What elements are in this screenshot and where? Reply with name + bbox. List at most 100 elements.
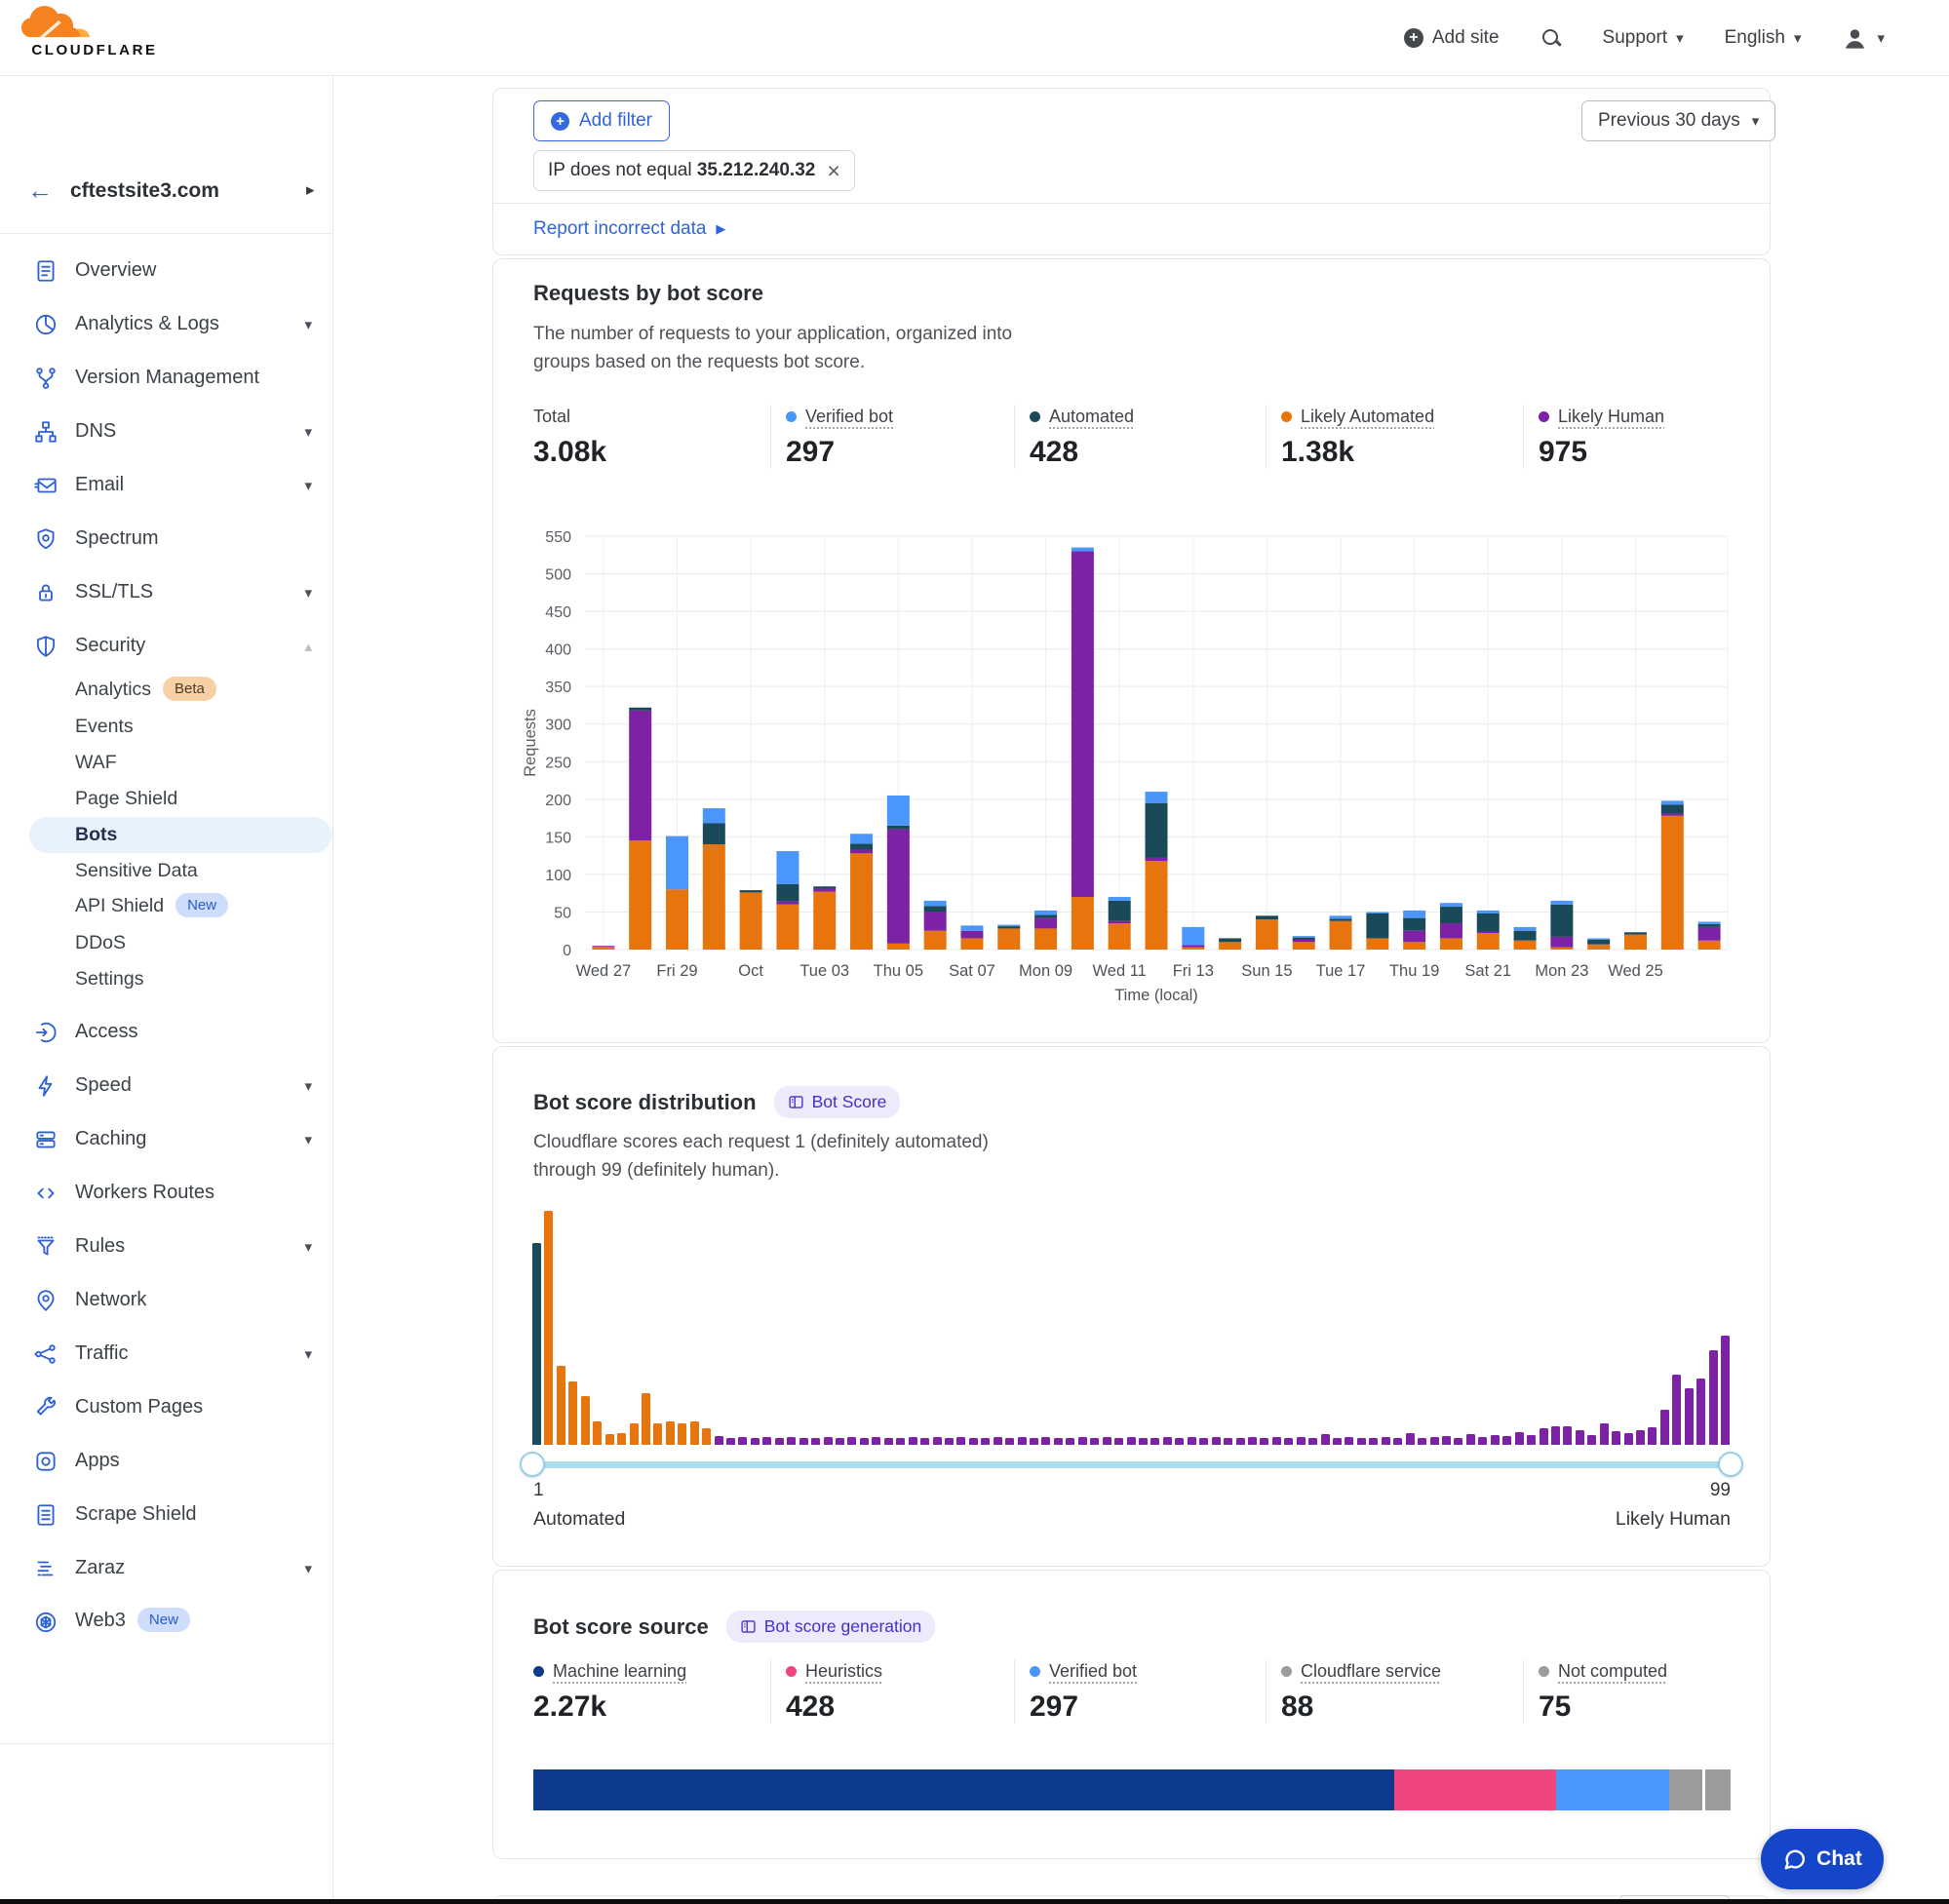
sidebar-item-network[interactable]: Network xyxy=(0,1273,333,1327)
sidebar-item-api-shield[interactable]: API ShieldNew xyxy=(0,889,333,925)
chat-button[interactable]: Chat xyxy=(1761,1829,1884,1889)
sidebar-item-web3[interactable]: Web3New xyxy=(0,1595,333,1649)
sidebar-item-settings[interactable]: Settings xyxy=(0,961,333,997)
chart-bar-segment xyxy=(1403,918,1425,931)
stat-label[interactable]: Heuristics xyxy=(805,1661,882,1682)
bot-score-badge[interactable]: Bot Score xyxy=(774,1086,901,1118)
chart-bar-segment xyxy=(1440,903,1462,907)
sidebar-item-bots[interactable]: Bots xyxy=(0,817,333,853)
sidebar-item-scrape-shield[interactable]: Scrape Shield xyxy=(0,1488,333,1541)
arrow-right-icon: ▶ xyxy=(716,221,725,237)
sidebar-item-email[interactable]: Email▾ xyxy=(0,458,333,512)
histogram-bar xyxy=(1139,1438,1148,1445)
stat-label[interactable]: Verified bot xyxy=(805,407,893,427)
sidebar-item-sensitive-data[interactable]: Sensitive Data xyxy=(0,853,333,889)
sidebar-item-workers-routes[interactable]: Workers Routes xyxy=(0,1166,333,1220)
sidebar-item-label: Page Shield xyxy=(75,788,177,810)
chart-bar-segment xyxy=(703,844,725,950)
range-left-label: Automated xyxy=(533,1508,625,1531)
stat-label[interactable]: Machine learning xyxy=(553,1661,686,1682)
add-site-button[interactable]: + Add site xyxy=(1404,27,1500,49)
slider-handle-min[interactable] xyxy=(520,1452,545,1477)
source-bar-segment-machine-learning xyxy=(533,1769,1394,1810)
support-menu[interactable]: Support ▾ xyxy=(1603,27,1684,49)
histogram-bar xyxy=(1454,1438,1462,1445)
sidebar-item-waf[interactable]: WAF xyxy=(0,745,333,781)
back-arrow-icon[interactable]: ← xyxy=(27,175,53,206)
site-switcher[interactable]: ← cftestsite3.com ▸ xyxy=(0,170,333,216)
sidebar-item-page-shield[interactable]: Page Shield xyxy=(0,781,333,817)
histogram-bar xyxy=(544,1211,553,1445)
sidebar-item-custom-pages[interactable]: Custom Pages xyxy=(0,1380,333,1434)
cloudflare-logo[interactable]: CLOUDFLARE xyxy=(21,6,168,58)
chart-bar-segment xyxy=(1293,940,1315,942)
chart-bar-segment xyxy=(997,925,1020,927)
add-filter-button[interactable]: + Add filter xyxy=(533,100,670,141)
top-header: CLOUDFLARE + Add site Support ▾ English … xyxy=(0,0,1949,76)
stat-label[interactable]: Verified bot xyxy=(1049,1661,1137,1682)
sidebar-item-analytics-logs[interactable]: Analytics & Logs▾ xyxy=(0,297,333,351)
chart-bar-segment xyxy=(960,931,983,939)
sidebar-item-traffic[interactable]: Traffic▾ xyxy=(0,1327,333,1380)
stat-label[interactable]: Cloudflare service xyxy=(1301,1661,1441,1682)
sidebar-item-ddos[interactable]: DDoS xyxy=(0,925,333,961)
chart-bar-segment xyxy=(887,830,910,944)
stat-value: 3.08k xyxy=(533,436,770,469)
sidebar-item-events[interactable]: Events xyxy=(0,709,333,745)
svg-text:100: 100 xyxy=(545,868,571,884)
sidebar-item-zaraz[interactable]: Zaraz▾ xyxy=(0,1541,333,1595)
chart-bar-segment xyxy=(1514,927,1537,931)
histogram-bar xyxy=(751,1438,760,1445)
sidebar-item-overview[interactable]: Overview xyxy=(0,244,333,297)
sidebar-item-caching[interactable]: Caching▾ xyxy=(0,1112,333,1166)
sidebar-item-label: Access xyxy=(75,1021,137,1043)
search-button[interactable] xyxy=(1540,27,1562,49)
sidebar-item-label: Rules xyxy=(75,1235,125,1258)
histogram-bar xyxy=(1563,1426,1572,1445)
sidebar-item-ssl-tls[interactable]: SSL/TLS▾ xyxy=(0,565,333,619)
account-menu[interactable]: ▾ xyxy=(1842,25,1885,52)
sidebar-item-spectrum[interactable]: Spectrum xyxy=(0,512,333,565)
sidebar-item-security[interactable]: Security▴ xyxy=(0,619,333,673)
sidebar-item-label: Speed xyxy=(75,1074,132,1097)
sidebar-item-version-management[interactable]: Version Management xyxy=(0,351,333,405)
stat-label[interactable]: Automated xyxy=(1049,407,1134,427)
stat-label[interactable]: Not computed xyxy=(1558,1661,1667,1682)
close-icon[interactable]: × xyxy=(827,161,839,180)
sidebar-nav: Overview Analytics & Logs▾Version Managem… xyxy=(0,244,333,1649)
source-stats-row: Machine learning2.27kHeuristics428Verifi… xyxy=(533,1659,1731,1724)
svg-text:500: 500 xyxy=(545,567,571,584)
sidebar-item-label: SSL/TLS xyxy=(75,581,153,603)
sidebar-item-analytics[interactable]: AnalyticsBeta xyxy=(0,673,333,709)
language-menu[interactable]: English ▾ xyxy=(1725,27,1802,49)
sidebar-item-access[interactable]: Access xyxy=(0,1005,333,1059)
histogram-bar xyxy=(1382,1437,1390,1445)
date-range-button[interactable]: Previous 30 days ▾ xyxy=(1581,100,1775,141)
chevron-right-icon[interactable]: ▸ xyxy=(306,180,315,200)
chart-bar-segment xyxy=(1034,918,1057,929)
chart-bar-segment xyxy=(1219,938,1241,942)
score-range-slider[interactable] xyxy=(532,1461,1731,1468)
chart-bar-segment xyxy=(1698,921,1721,923)
histogram-bar xyxy=(1005,1438,1014,1445)
bot-score-generation-badge[interactable]: Bot score generation xyxy=(726,1611,936,1643)
sidebar-item-rules[interactable]: Rules ▾ xyxy=(0,1220,333,1273)
sidebar-item-speed[interactable]: Speed▾ xyxy=(0,1059,333,1112)
legend-dot-icon xyxy=(1281,1666,1292,1677)
stat-label[interactable]: Likely Automated xyxy=(1301,407,1434,427)
sidebar-item-dns[interactable]: DNS▾ xyxy=(0,405,333,458)
report-incorrect-data-link[interactable]: Report incorrect data ▶ xyxy=(533,218,725,240)
chevron-down-icon: ▾ xyxy=(304,1238,312,1256)
slider-handle-max[interactable] xyxy=(1718,1452,1743,1477)
histogram-bar xyxy=(738,1437,747,1445)
histogram-bar xyxy=(1041,1437,1050,1445)
chart-bar-segment xyxy=(1146,803,1168,858)
sidebar-item-apps[interactable]: Apps xyxy=(0,1434,333,1488)
sidebar-item-label: Email xyxy=(75,474,124,496)
stat-label[interactable]: Likely Human xyxy=(1558,407,1664,427)
source-stat-cloudflare-service: Cloudflare service88 xyxy=(1266,1659,1523,1724)
filter-chip[interactable]: IP does not equal 35.212.240.32 × xyxy=(533,150,855,191)
sidebar-item-label: Overview xyxy=(75,259,156,282)
histogram-bar xyxy=(1260,1438,1268,1445)
histogram-bar xyxy=(981,1438,990,1445)
